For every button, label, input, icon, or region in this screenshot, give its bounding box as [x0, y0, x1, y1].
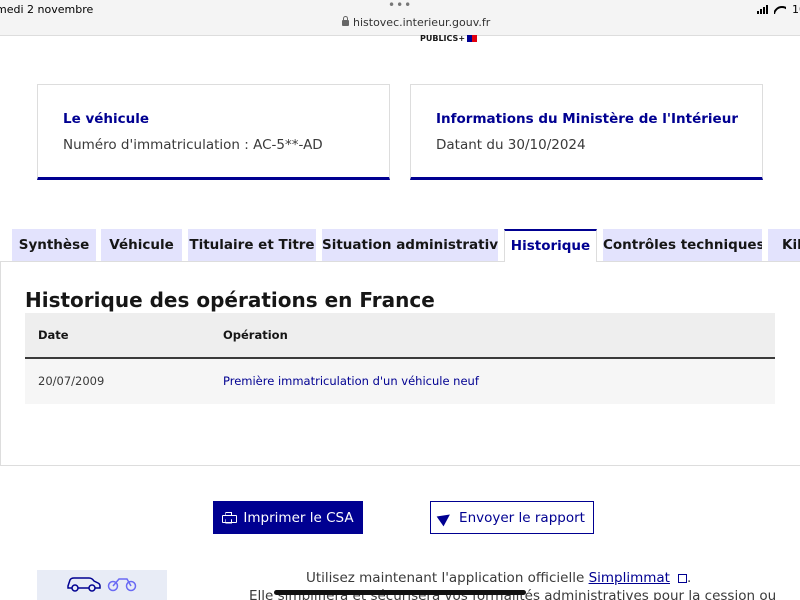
- send-report-button[interactable]: Envoyer le rapport: [430, 501, 594, 534]
- row-operation: Première immatriculation d'un véhicule n…: [223, 374, 479, 388]
- table-header: Date Opération: [25, 313, 775, 359]
- motorcycle-icon: [107, 578, 137, 592]
- send-button-label: Envoyer le rapport: [459, 509, 585, 526]
- card-title: Le véhicule: [63, 111, 150, 127]
- promo-suffix: .: [686, 570, 692, 586]
- tab-historique[interactable]: Historique: [504, 229, 597, 262]
- external-link-icon: [677, 574, 687, 583]
- brand-text: PUBLICS+: [420, 34, 466, 43]
- print-button-label: Imprimer le CSA: [243, 509, 354, 526]
- print-csa-button[interactable]: Imprimer le CSA: [213, 501, 363, 534]
- tab-kilometrage[interactable]: Kil: [768, 229, 800, 261]
- address-bar[interactable]: histovec.interieur.gouv.fr: [342, 16, 490, 29]
- history-title: Historique des opérations en France: [25, 288, 435, 312]
- site-brand: PUBLICS+: [420, 34, 478, 43]
- card-text: Numéro d'immatriculation : AC-5**-AD: [63, 137, 323, 153]
- wifi-icon: [774, 5, 786, 14]
- url-text: histovec.interieur.gouv.fr: [353, 16, 491, 29]
- tab-situation-administrative[interactable]: Situation administrative: [322, 229, 498, 261]
- row-date: 20/07/2009: [38, 374, 105, 388]
- ministry-info-card: Informations du Ministère de l'Intérieur…: [410, 84, 763, 180]
- home-indicator: [274, 590, 526, 595]
- battery-percent: 10: [792, 3, 800, 16]
- tab-titulaire-titre[interactable]: Titulaire et Titre: [188, 229, 316, 261]
- printer-icon: [222, 512, 238, 524]
- column-header-date: Date: [38, 328, 69, 342]
- browser-status-bar: medi 2 novembre ••• histovec.interieur.g…: [0, 0, 800, 36]
- tab-synthese[interactable]: Synthèse: [12, 229, 96, 261]
- table-row: 20/07/2009 Première immatriculation d'un…: [25, 359, 775, 404]
- promo-prefix: Utilisez maintenant l'application offici…: [306, 570, 589, 586]
- card-text: Datant du 30/10/2024: [436, 137, 586, 153]
- card-title: Informations du Ministère de l'Intérieur: [436, 111, 738, 127]
- vehicle-card: Le véhicule Numéro d'immatriculation : A…: [37, 84, 390, 180]
- send-icon: [436, 509, 454, 526]
- promo-text: Utilisez maintenant l'application offici…: [306, 570, 691, 586]
- simplimmat-promo-image: [37, 570, 167, 600]
- status-date: medi 2 novembre: [0, 3, 94, 16]
- simplimmat-link[interactable]: Simplimmat: [589, 570, 670, 586]
- column-header-operation: Opération: [223, 328, 288, 342]
- car-icon: [67, 577, 101, 592]
- more-dots-icon[interactable]: •••: [388, 0, 412, 12]
- cellular-signal-icon: [757, 5, 768, 14]
- tab-controles-techniques[interactable]: Contrôles techniques: [603, 229, 762, 261]
- brand-logo-icon: [467, 35, 478, 42]
- history-table: Date Opération 20/07/2009 Première immat…: [25, 313, 775, 404]
- lock-icon: [342, 16, 349, 26]
- status-indicators: 10: [757, 3, 800, 16]
- tab-vehicule[interactable]: Véhicule: [101, 229, 182, 261]
